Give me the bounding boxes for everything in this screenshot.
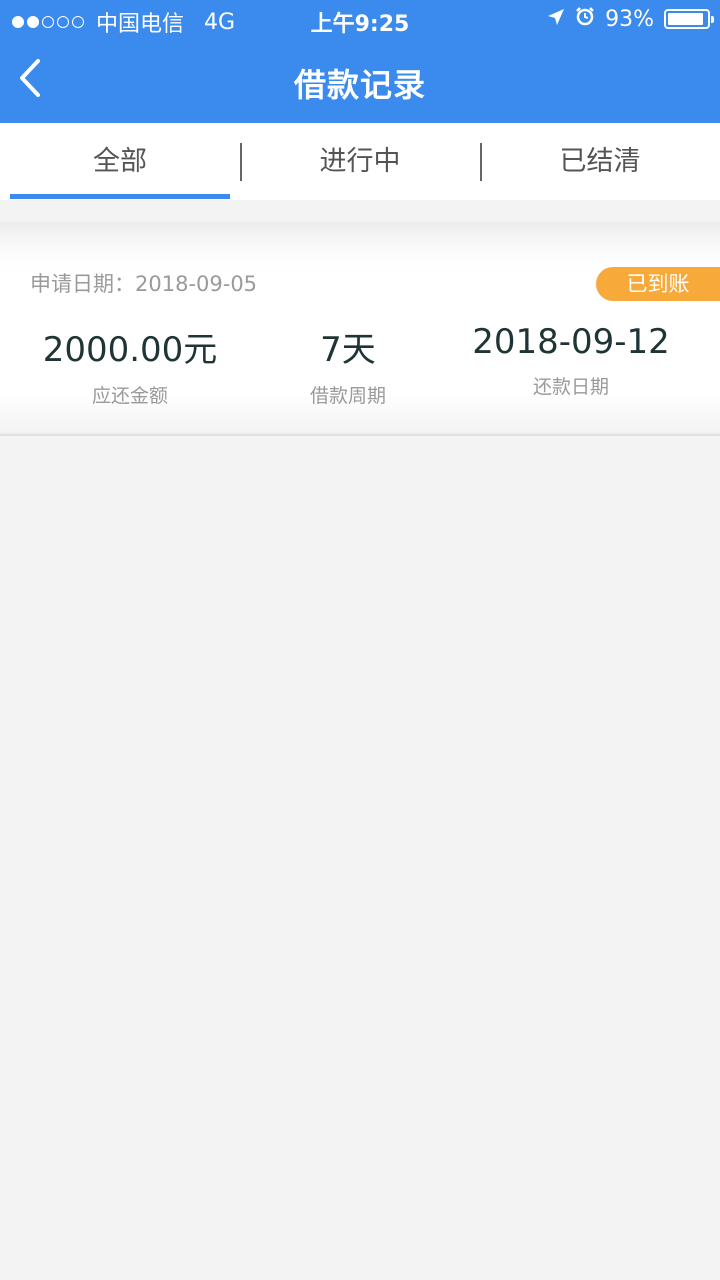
status-badge: 已到账	[596, 267, 720, 301]
alarm-clock-icon	[575, 6, 595, 32]
loan-period: 7天	[320, 330, 376, 370]
due-date-label: 还款日期	[532, 376, 609, 398]
tab-all[interactable]: 全部	[0, 123, 240, 200]
repayment-amount-label: 应还金额	[91, 385, 168, 407]
loan-period-label: 借款周期	[309, 385, 386, 407]
due-date-stat: 2018-09-12 还款日期	[451, 322, 691, 399]
page-title: 借款记录	[293, 66, 426, 104]
period-stat: 7天 借款周期	[228, 322, 468, 408]
status-bar: 中国电信 4G 上午9:25 93%	[0, 0, 720, 40]
tab-divider	[480, 143, 482, 181]
apply-date: 申请日期：2018-09-05	[30, 272, 258, 296]
battery-percent: 93%	[605, 6, 654, 32]
tab-divider	[240, 143, 242, 181]
repayment-amount: 2000.00元	[42, 330, 218, 370]
active-tab-indicator	[10, 194, 230, 199]
battery-icon	[664, 9, 714, 29]
loan-record-card[interactable]: 申请日期：2018-09-05 已到账 2000.00元 应还金额 7天 借款周…	[0, 222, 720, 436]
status-bar-right: 93%	[547, 6, 714, 32]
tab-settled[interactable]: 已结清	[480, 123, 720, 200]
tab-in-progress[interactable]: 进行中	[240, 123, 480, 200]
app-header: 中国电信 4G 上午9:25 93% 借款记录	[0, 0, 720, 123]
amount-stat: 2000.00元 应还金额	[10, 322, 250, 408]
due-date: 2018-09-12	[472, 322, 670, 362]
nav-bar: 借款记录	[0, 40, 720, 123]
location-arrow-icon	[547, 7, 565, 32]
tab-bar: 全部 进行中 已结清	[0, 123, 720, 200]
